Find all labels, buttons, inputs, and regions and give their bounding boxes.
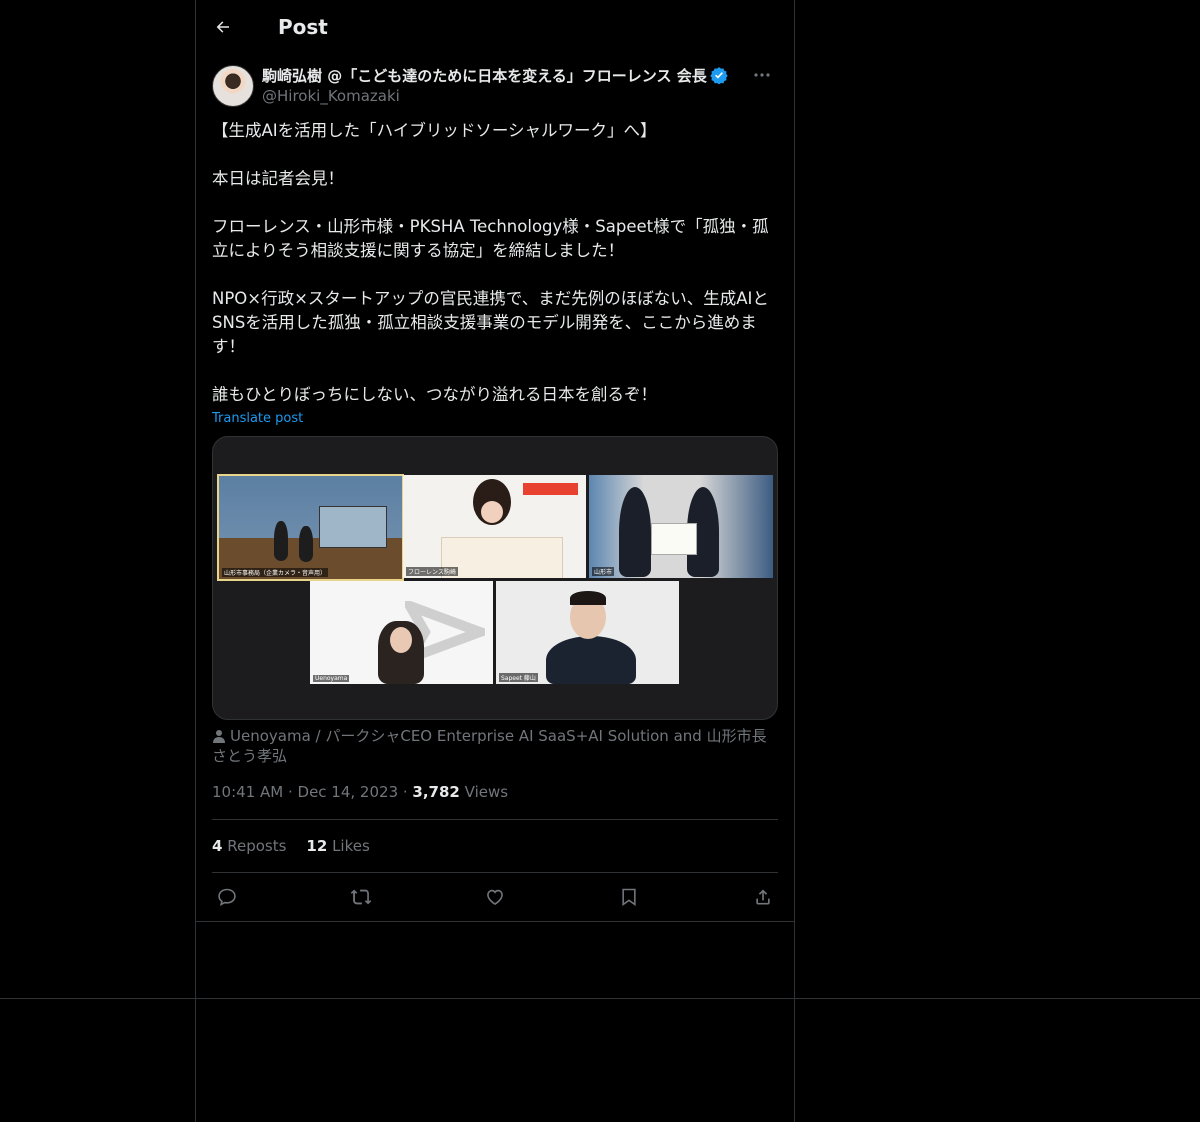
reposts-count: 4 bbox=[212, 837, 223, 855]
likes-count: 12 bbox=[306, 837, 328, 855]
author-handle[interactable]: @Hiroki_Komazaki bbox=[262, 87, 728, 105]
repost-icon bbox=[350, 889, 372, 905]
post-paragraph: NPO×行政×スタートアップの官民連携で、まだ先例のほぼない、生成AIとSNSを… bbox=[212, 289, 769, 356]
reply-button[interactable] bbox=[216, 886, 238, 908]
like-icon bbox=[487, 889, 503, 906]
divider bbox=[196, 921, 794, 922]
author-row: 駒崎弘樹 @「こども達のために日本を変える」フローレンス 会長 @Hiroki_… bbox=[212, 65, 778, 109]
video-tile: Sapeet 藤山 bbox=[496, 581, 679, 684]
post-header: Post bbox=[196, 0, 794, 54]
video-tile-label: 山形市事務局（企業カメラ・音声用） bbox=[222, 568, 329, 577]
reply-icon bbox=[218, 888, 236, 907]
media-caption-text: Uenoyama / パークシャCEO Enterprise AI SaaS+A… bbox=[212, 727, 767, 765]
post-paragraph: 誰もひとりぼっちにしない、つながり溢れる日本を創るぞ！ bbox=[212, 385, 658, 404]
video-tile-label: フローレンス駒崎 bbox=[406, 567, 458, 576]
video-tile-label: 山形市 bbox=[592, 567, 615, 576]
back-button[interactable] bbox=[206, 10, 240, 44]
action-bar bbox=[212, 873, 778, 921]
post-paragraph: フローレンス・山形市様・PKSHA Technology様・Sapeet様で「孤… bbox=[212, 217, 769, 260]
arrow-left-icon bbox=[216, 21, 229, 33]
video-tile-label: Sapeet 藤山 bbox=[499, 673, 538, 682]
likes-stat[interactable]: 12 Likes bbox=[306, 837, 369, 855]
post-column: Post 駒崎弘樹 @「こども達のために日本を変える」フローレンス 会長 @Hi… bbox=[196, 0, 794, 922]
post-date[interactable]: Dec 14, 2023 bbox=[298, 783, 399, 801]
post-stats: 4 Reposts 12 Likes bbox=[212, 820, 778, 872]
share-button[interactable] bbox=[752, 886, 774, 908]
post-text: 【生成AIを活用した「ハイブリッドソーシャルワーク」へ】 本日は記者会見！ フロ… bbox=[212, 119, 778, 407]
person-icon bbox=[213, 730, 225, 743]
page-divider bbox=[0, 998, 1200, 999]
video-tile-label: Uenoyama bbox=[313, 675, 350, 682]
post-meta: 10:41 AM · Dec 14, 2023 · 3,782 Views bbox=[212, 783, 509, 801]
author-name-row: 駒崎弘樹 @「こども達のために日本を変える」フローレンス 会長 bbox=[262, 65, 728, 85]
video-tile: Uenoyama bbox=[310, 581, 493, 684]
author-info: 駒崎弘樹 @「こども達のために日本を変える」フローレンス 会長 @Hiroki_… bbox=[262, 65, 728, 105]
column-border-right bbox=[794, 0, 795, 1122]
views-label: Views bbox=[464, 783, 509, 801]
post-paragraph: 本日は記者会見！ bbox=[212, 169, 344, 188]
translate-post-link[interactable]: Translate post bbox=[212, 411, 303, 426]
media-caption: Uenoyama / パークシャCEO Enterprise AI SaaS+A… bbox=[212, 726, 778, 766]
post: 駒崎弘樹 @「こども達のために日本を変える」フローレンス 会長 @Hiroki_… bbox=[196, 65, 794, 803]
post-media-image[interactable]: 山形市事務局（企業カメラ・音声用） フローレンス駒崎 山形市 Uenoyama … bbox=[212, 436, 778, 720]
likes-label: Likes bbox=[332, 837, 370, 855]
video-tile: 山形市 bbox=[589, 475, 773, 578]
video-tile: 山形市事務局（企業カメラ・音声用） bbox=[217, 474, 404, 581]
more-dots-icon bbox=[754, 73, 770, 77]
post-time[interactable]: 10:41 AM bbox=[212, 783, 283, 801]
bookmark-icon bbox=[622, 888, 636, 907]
more-options-button[interactable] bbox=[746, 65, 778, 85]
page-title: Post bbox=[278, 15, 328, 39]
author-name[interactable]: 駒崎弘樹 @「こども達のために日本を変える」フローレンス 会長 bbox=[262, 65, 707, 86]
post-paragraph: 【生成AIを活用した「ハイブリッドソーシャルワーク」へ】 bbox=[212, 121, 657, 140]
video-tile: フローレンス駒崎 bbox=[403, 475, 586, 578]
reposts-stat[interactable]: 4 Reposts bbox=[212, 837, 286, 855]
views-count: 3,782 bbox=[412, 783, 460, 801]
like-button[interactable] bbox=[484, 886, 506, 908]
repost-button[interactable] bbox=[350, 886, 372, 908]
bookmark-button[interactable] bbox=[618, 886, 640, 908]
share-icon bbox=[756, 889, 770, 905]
avatar[interactable] bbox=[212, 65, 254, 107]
verified-badge-icon bbox=[710, 67, 728, 84]
reposts-label: Reposts bbox=[227, 837, 287, 855]
